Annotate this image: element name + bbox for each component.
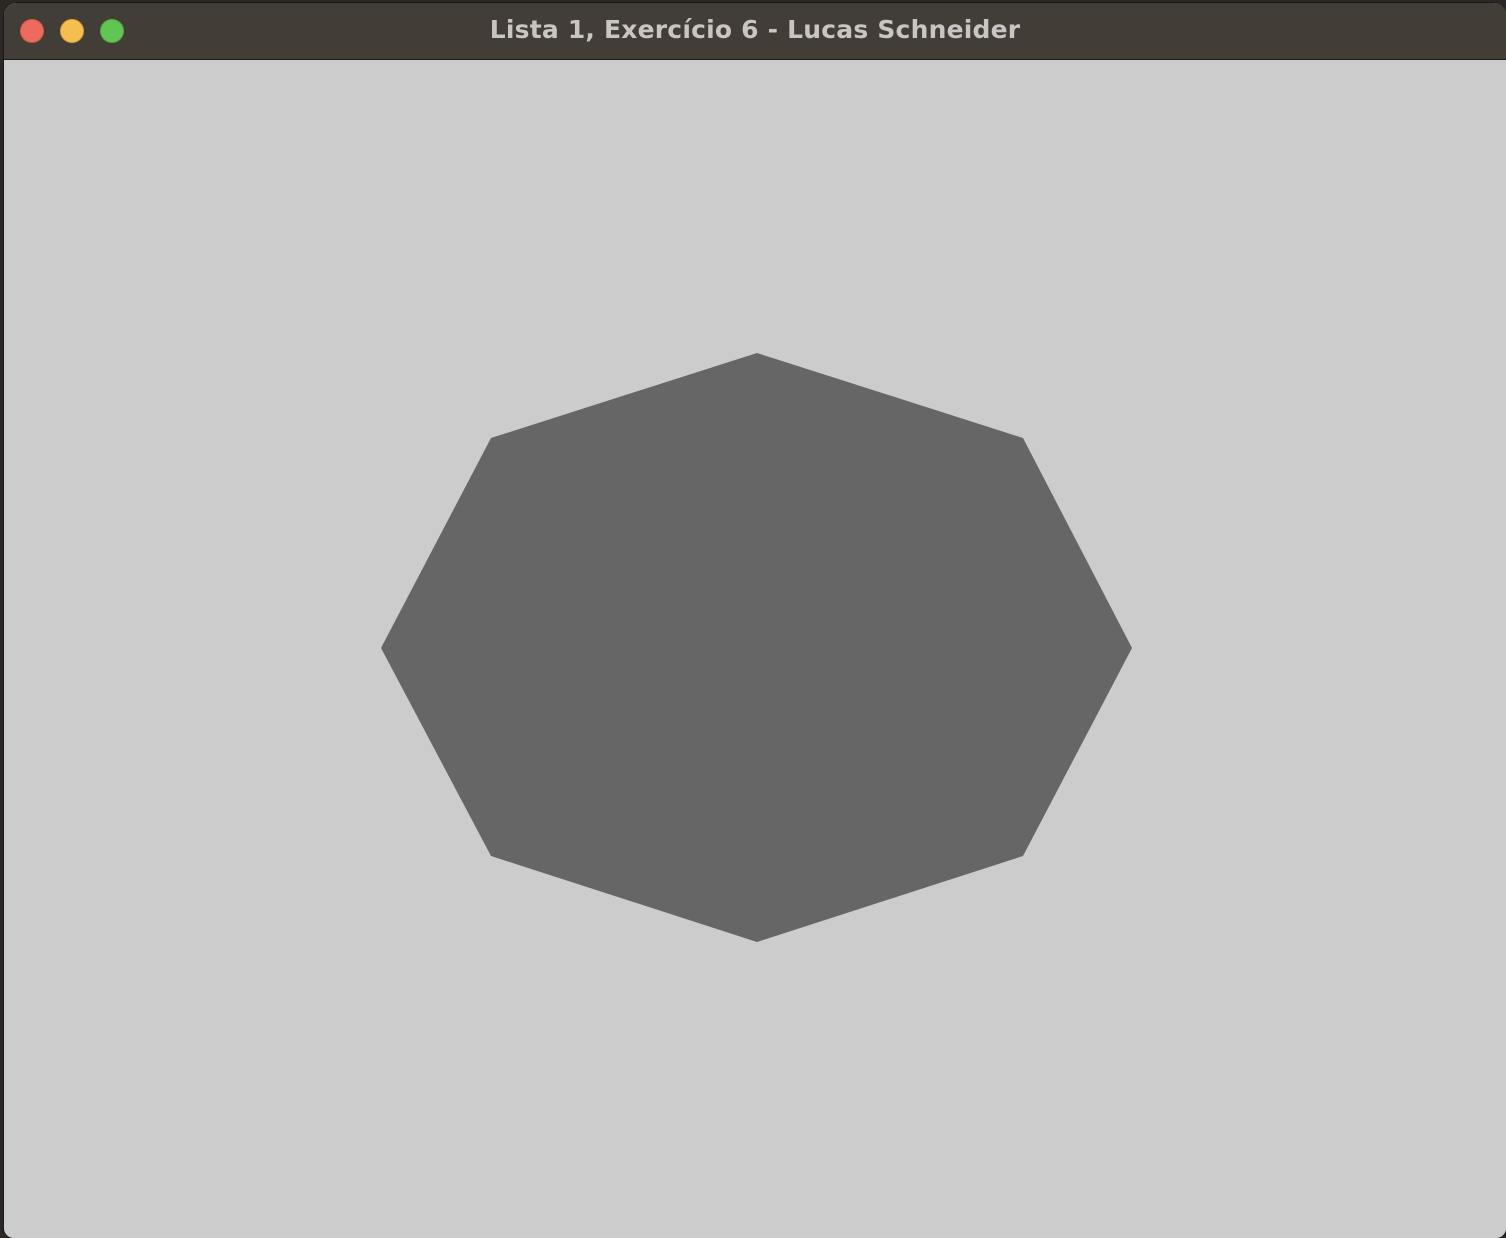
window-title: Lista 1, Exercício 6 - Lucas Schneider xyxy=(489,15,1021,44)
drawing-canvas xyxy=(4,60,1506,1238)
app-window: Lista 1, Exercício 6 - Lucas Schneider xyxy=(4,3,1506,1238)
octagon-shape xyxy=(381,353,1132,942)
title-bar[interactable]: Lista 1, Exercício 6 - Lucas Schneider xyxy=(4,3,1506,60)
canvas-svg xyxy=(381,353,1132,942)
